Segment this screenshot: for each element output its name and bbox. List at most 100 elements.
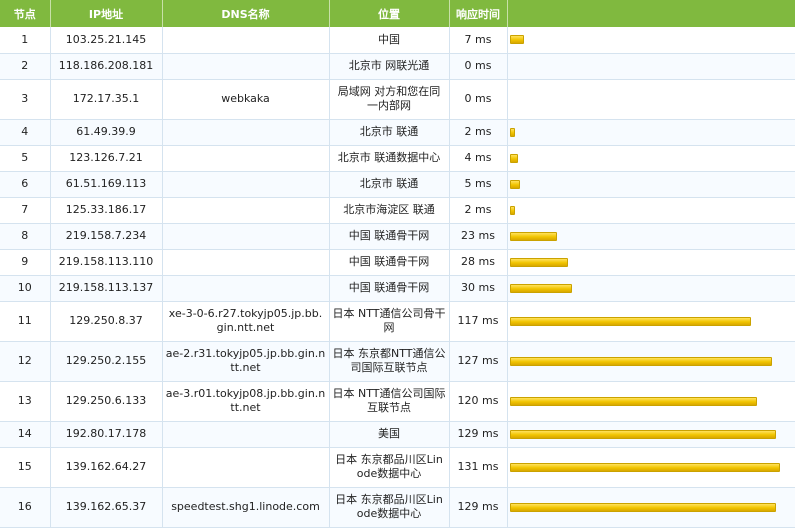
hop-cell: 13: [0, 381, 51, 422]
dns-cell: [162, 145, 330, 172]
location-cell: 中国 联通骨干网: [329, 249, 450, 276]
table-row: 16 139.162.65.37 speedtest.shg1.linode.com…: [0, 487, 795, 528]
ip-cell: 61.49.39.9: [50, 119, 163, 146]
response-time-cell: 28 ms: [449, 249, 508, 276]
ip-cell: 123.126.7.21: [50, 145, 163, 172]
hop-cell: 4: [0, 119, 51, 146]
response-time-cell: 2 ms: [449, 119, 508, 146]
table-row: 5 123.126.7.21 北京市 联通数据中心 4 ms: [0, 145, 795, 172]
table-row: 8 219.158.7.234 中国 联通骨干网 23 ms: [0, 223, 795, 250]
latency-bar-cell: [507, 119, 795, 146]
dns-cell: xe-3-0-6.r27.tokyjp05.jp.bb.gin.ntt.net: [162, 301, 330, 342]
location-cell: 北京市 联通: [329, 119, 450, 146]
latency-bar: [509, 396, 757, 406]
dns-cell: [162, 119, 330, 146]
latency-bar-cell: [507, 197, 795, 224]
location-cell: 美国: [329, 421, 450, 448]
response-time-cell: 0 ms: [449, 53, 508, 80]
latency-bar: [509, 257, 568, 267]
latency-bar: [509, 153, 518, 163]
response-time-cell: 129 ms: [449, 421, 508, 448]
latency-bar-cell: [507, 341, 795, 382]
latency-bar: [509, 35, 524, 45]
location-cell: 日本 东京都NTT通信公司国际互联节点: [329, 341, 450, 382]
header-bar: [507, 0, 795, 27]
table-row: 12 129.250.2.155 ae-2.r31.tokyjp05.jp.bb.g…: [0, 341, 795, 382]
table-row: 7 125.33.186.17 北京市海淀区 联通 2 ms: [0, 197, 795, 224]
ip-cell: 219.158.113.137: [50, 275, 163, 302]
dns-cell: ae-2.r31.tokyjp05.jp.bb.gin.ntt.net: [162, 341, 330, 382]
latency-bar-cell: [507, 421, 795, 448]
latency-bar: [509, 356, 772, 366]
latency-bar-cell: [507, 27, 795, 54]
dns-cell: [162, 421, 330, 448]
traceroute-table: 节点 IP地址 DNS名称 位置 响应时间 1 103.25.21.145 中国 7 …: [0, 0, 795, 528]
location-cell: 中国: [329, 27, 450, 54]
latency-bar: [509, 127, 515, 137]
hop-cell: 12: [0, 341, 51, 382]
ip-cell: 192.80.17.178: [50, 421, 163, 448]
latency-bar: [509, 462, 780, 472]
table-row: 14 192.80.17.178 美国 129 ms: [0, 421, 795, 448]
ip-cell: 129.250.8.37: [50, 301, 163, 342]
dns-cell: [162, 447, 330, 488]
header-response-time: 响应时间: [449, 0, 508, 27]
location-cell: 北京市 联通: [329, 171, 450, 198]
location-cell: 日本 东京都品川区Linode数据中心: [329, 487, 450, 528]
dns-cell: [162, 27, 330, 54]
response-time-cell: 129 ms: [449, 487, 508, 528]
dns-cell: ae-3.r01.tokyjp08.jp.bb.gin.ntt.net: [162, 381, 330, 422]
latency-bar-cell: [507, 381, 795, 422]
latency-bar-cell: [507, 249, 795, 276]
table-row: 11 129.250.8.37 xe-3-0-6.r27.tokyjp05.jp.b…: [0, 301, 795, 342]
latency-bar: [509, 316, 751, 326]
response-time-cell: 23 ms: [449, 223, 508, 250]
table-row: 2 118.186.208.181 北京市 网联光通 0 ms: [0, 53, 795, 80]
latency-bar-cell: [507, 223, 795, 250]
latency-bar-cell: [507, 145, 795, 172]
location-cell: 北京市 联通数据中心: [329, 145, 450, 172]
latency-bar-cell: [507, 275, 795, 302]
ip-cell: 139.162.65.37: [50, 487, 163, 528]
location-cell: 中国 联通骨干网: [329, 275, 450, 302]
response-time-cell: 0 ms: [449, 79, 508, 120]
ip-cell: 172.17.35.1: [50, 79, 163, 120]
latency-bar: [509, 429, 776, 439]
ip-cell: 139.162.64.27: [50, 447, 163, 488]
location-cell: 中国 联通骨干网: [329, 223, 450, 250]
ip-cell: 61.51.169.113: [50, 171, 163, 198]
table-row: 4 61.49.39.9 北京市 联通 2 ms: [0, 119, 795, 146]
hop-cell: 14: [0, 421, 51, 448]
dns-cell: [162, 53, 330, 80]
hop-cell: 7: [0, 197, 51, 224]
location-cell: 日本 东京都品川区Linode数据中心: [329, 447, 450, 488]
hop-cell: 16: [0, 487, 51, 528]
location-cell: 日本 NTT通信公司国际互联节点: [329, 381, 450, 422]
ip-cell: 103.25.21.145: [50, 27, 163, 54]
latency-bar: [509, 231, 557, 241]
location-cell: 北京市海淀区 联通: [329, 197, 450, 224]
latency-bar-cell: [507, 447, 795, 488]
hop-cell: 1: [0, 27, 51, 54]
latency-bar-cell: [507, 301, 795, 342]
ip-cell: 219.158.7.234: [50, 223, 163, 250]
latency-bar-cell: [507, 79, 795, 120]
response-time-cell: 117 ms: [449, 301, 508, 342]
response-time-cell: 4 ms: [449, 145, 508, 172]
dns-cell: webkaka: [162, 79, 330, 120]
table-row: 3 172.17.35.1 webkaka 局域网 对方和您在同一内部网 0 ms: [0, 79, 795, 120]
latency-bar-cell: [507, 171, 795, 198]
response-time-cell: 131 ms: [449, 447, 508, 488]
response-time-cell: 7 ms: [449, 27, 508, 54]
response-time-cell: 30 ms: [449, 275, 508, 302]
dns-cell: [162, 275, 330, 302]
header-ip: IP地址: [50, 0, 163, 27]
hop-cell: 11: [0, 301, 51, 342]
response-time-cell: 2 ms: [449, 197, 508, 224]
ip-cell: 129.250.6.133: [50, 381, 163, 422]
table-row: 6 61.51.169.113 北京市 联通 5 ms: [0, 171, 795, 198]
hop-cell: 6: [0, 171, 51, 198]
latency-bar-cell: [507, 487, 795, 528]
table-header-row: 节点 IP地址 DNS名称 位置 响应时间: [0, 0, 795, 27]
latency-bar-cell: [507, 53, 795, 80]
